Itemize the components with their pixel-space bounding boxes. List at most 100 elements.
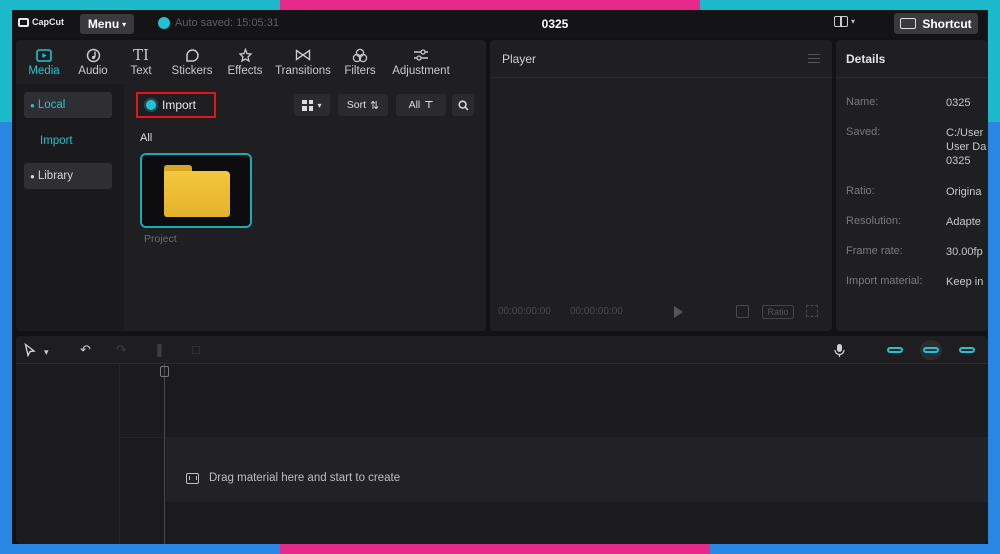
tab-media-label: Media	[28, 65, 60, 77]
filters-icon	[351, 47, 369, 63]
timeline-ruler[interactable]	[120, 364, 988, 438]
menu-button[interactable]: Menu ▾	[80, 14, 134, 34]
chevron-down-icon: ▾	[851, 17, 856, 26]
shortcut-button-label: Shortcut	[922, 16, 972, 31]
tab-text[interactable]: TI Text	[118, 40, 164, 84]
bullet-icon: ●	[30, 171, 35, 181]
tab-audio[interactable]: Audio	[68, 40, 118, 84]
sort-button-label: Sort	[346, 99, 367, 111]
media-icon	[35, 47, 53, 63]
timeline-toolbar: ▾ ↶ ↷ ❚ □	[16, 336, 988, 364]
detail-value: 30.00fp	[946, 246, 983, 258]
view-mode-button[interactable]: ▾	[294, 94, 330, 116]
frame-top-border	[0, 0, 1000, 10]
frame-left-border	[0, 0, 12, 554]
main-track-dropzone[interactable]	[166, 438, 988, 502]
playhead[interactable]	[164, 364, 165, 544]
title-bar: CapCut Menu ▾ Auto saved: 15:05:31 0325 …	[12, 10, 988, 38]
player-panel: Player 00:00:00:00 00:00:00:00 Ratio	[490, 40, 832, 331]
capcut-logo-icon	[18, 17, 29, 27]
play-icon[interactable]	[674, 306, 683, 318]
keyboard-icon	[900, 18, 917, 29]
details-title: Details	[846, 51, 886, 66]
player-current-time: 00:00:00:00	[498, 306, 551, 317]
chevron-down-icon: ▾	[317, 100, 322, 110]
player-total-time: 00:00:00:00	[570, 306, 623, 317]
sidebar-item-local-label: Local	[37, 99, 66, 111]
tab-media[interactable]: Media	[20, 40, 68, 84]
grid-view-icon	[302, 99, 314, 111]
auto-snap-icon[interactable]	[884, 342, 906, 358]
project-thumbnail[interactable]	[140, 153, 252, 228]
linkage-icon[interactable]	[920, 340, 942, 360]
tab-text-label: Text	[130, 65, 152, 77]
ratio-button[interactable]: Ratio	[762, 305, 794, 319]
detail-value: Keep in	[946, 276, 984, 288]
cloud-sync-icon	[158, 17, 170, 29]
playhead-handle[interactable]	[160, 366, 169, 377]
delete-icon[interactable]: □	[192, 343, 200, 357]
media-panel: Media Audio TI Text Stickers Effects Tra…	[16, 40, 486, 331]
redo-icon[interactable]: ↷	[116, 343, 127, 357]
player-menu-icon[interactable]	[808, 54, 820, 63]
folder-icon	[164, 165, 230, 217]
chevron-down-icon[interactable]: ▾	[44, 345, 49, 359]
import-button[interactable]: Import	[136, 92, 216, 118]
detail-key: Frame rate:	[846, 245, 903, 257]
shortcut-button[interactable]: Shortcut	[894, 13, 978, 34]
frame-bottom-border	[0, 544, 1000, 554]
sidebar-item-library[interactable]: ● Library	[24, 163, 112, 189]
detail-value: Adapte	[946, 216, 981, 228]
tab-effects[interactable]: Effects	[220, 40, 270, 84]
undo-icon[interactable]: ↶	[80, 343, 91, 357]
project-thumbnail-label: Project	[144, 233, 177, 245]
import-plus-icon	[146, 100, 156, 110]
detail-key: Name:	[846, 96, 879, 108]
stickers-icon	[183, 47, 201, 63]
import-button-label: Import	[162, 98, 197, 112]
fullscreen-icon[interactable]	[806, 305, 818, 317]
tab-filters-label: Filters	[344, 65, 376, 77]
layout-switch-button[interactable]: ▾	[834, 16, 855, 27]
preview-axis-icon[interactable]	[956, 342, 978, 358]
sidebar-item-local[interactable]: ● Local	[24, 92, 112, 118]
autosave-status: Auto saved: 15:05:31	[158, 17, 279, 29]
sort-button[interactable]: Sort ⇅	[338, 94, 388, 116]
filter-all-label: All	[408, 99, 421, 111]
select-cursor-icon[interactable]	[24, 342, 36, 360]
app-logo: CapCut	[18, 17, 64, 27]
tab-stickers[interactable]: Stickers	[164, 40, 220, 84]
sidebar-item-import-label: Import	[40, 135, 73, 147]
search-button[interactable]	[452, 94, 474, 116]
project-title: 0325	[541, 17, 569, 31]
filter-all-button[interactable]: All ⊤	[396, 94, 446, 116]
drag-hint-text: Drag material here and start to create	[209, 472, 401, 484]
tab-filters[interactable]: Filters	[336, 40, 384, 84]
sidebar-item-import[interactable]: Import	[24, 128, 112, 154]
tab-stickers-label: Stickers	[171, 65, 213, 77]
filter-icon: ⊤	[424, 99, 434, 111]
details-panel: Details Name: 0325 Saved: C:/User User D…	[836, 40, 988, 331]
sidebar-item-library-label: Library	[37, 170, 73, 182]
tab-transitions[interactable]: Transitions	[270, 40, 336, 84]
fit-screen-icon[interactable]	[736, 305, 749, 318]
microphone-icon[interactable]	[834, 343, 845, 361]
media-tabs: Media Audio TI Text Stickers Effects Tra…	[16, 40, 486, 84]
tab-adjustment[interactable]: Adjustment	[384, 40, 458, 84]
search-icon	[457, 99, 469, 111]
audio-icon	[84, 47, 102, 63]
detail-key: Ratio:	[846, 185, 875, 197]
sort-icon: ⇅	[370, 99, 380, 112]
autosave-text: Auto saved: 15:05:31	[175, 17, 279, 29]
media-toolbar: Import ▾ Sort ⇅ All ⊤	[136, 92, 480, 118]
effects-icon	[236, 47, 254, 63]
detail-key: Import material:	[846, 275, 923, 287]
split-icon[interactable]: ❚	[154, 343, 165, 357]
tab-audio-label: Audio	[78, 65, 108, 77]
tab-effects-label: Effects	[227, 65, 263, 77]
text-icon: TI	[133, 45, 149, 64]
tab-transitions-label: Transitions	[275, 65, 331, 77]
details-header: Details	[836, 40, 988, 78]
player-title: Player	[502, 51, 537, 66]
layout-icon	[834, 16, 848, 27]
